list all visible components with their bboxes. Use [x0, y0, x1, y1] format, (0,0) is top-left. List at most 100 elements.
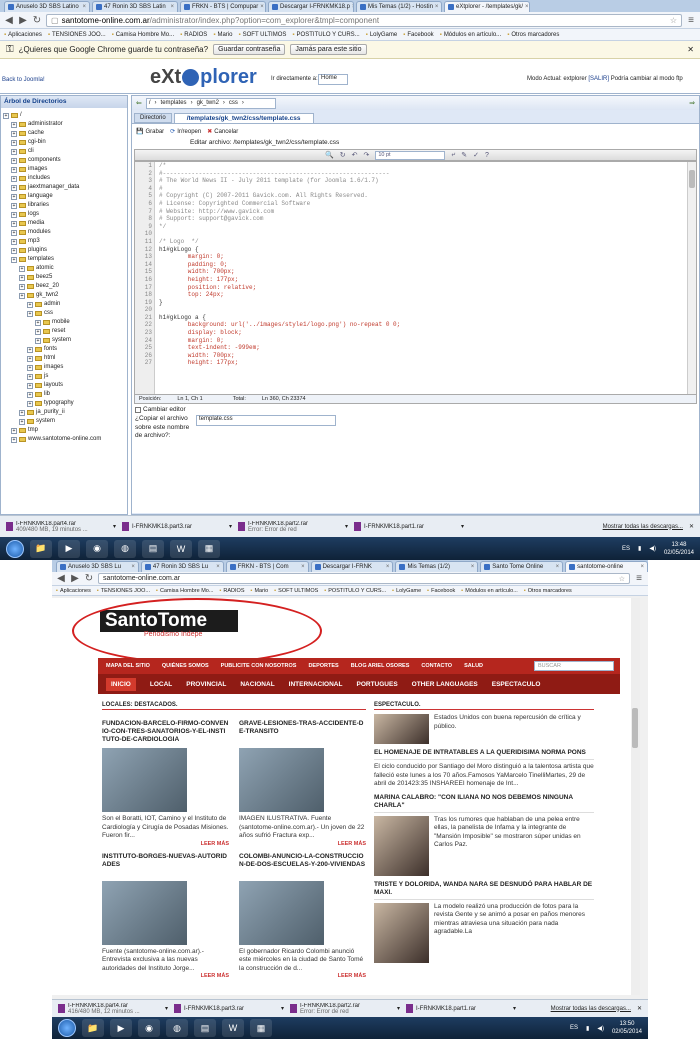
- expand-icon[interactable]: +: [11, 184, 17, 191]
- bookmark-item[interactable]: SOFT ULTIMOS: [274, 588, 318, 594]
- expand-icon[interactable]: +: [27, 373, 33, 380]
- tree-node[interactable]: + reset: [3, 327, 125, 336]
- search-icon[interactable]: 🔍: [325, 151, 334, 159]
- close-tab-icon[interactable]: ×: [641, 564, 645, 570]
- chevron-down-icon[interactable]: ▾: [165, 1005, 168, 1012]
- expand-icon[interactable]: +: [11, 121, 17, 128]
- show-all-downloads-link[interactable]: Mostrar todas las descargas...: [603, 524, 683, 530]
- close-tab-icon[interactable]: ×: [386, 564, 390, 570]
- tree-node[interactable]: + libraries: [3, 201, 125, 210]
- main-nav-link[interactable]: PROVINCIAL: [186, 681, 226, 688]
- article-photo[interactable]: [102, 880, 187, 945]
- article-title[interactable]: FUNDACION-BARCELO-FIRMO-CONVENIO-CON-TRE…: [102, 720, 229, 746]
- back-arrow-icon[interactable]: ◀: [56, 573, 66, 584]
- expand-icon[interactable]: +: [19, 292, 25, 299]
- expand-icon[interactable]: +: [11, 238, 17, 245]
- tree-node[interactable]: + media: [3, 219, 125, 228]
- chevron-down-icon[interactable]: ▾: [281, 1005, 284, 1012]
- tree-node[interactable]: + /: [3, 111, 125, 120]
- close-tab-icon[interactable]: ×: [471, 564, 475, 570]
- browser-tab[interactable]: Descargar I-FRNK ×: [310, 561, 394, 572]
- tree-node[interactable]: + fonts: [3, 345, 125, 354]
- expand-icon[interactable]: +: [11, 175, 17, 182]
- tree-node[interactable]: + jaextmanager_data: [3, 183, 125, 192]
- bookmark-item[interactable]: Aplicaciones: [56, 588, 91, 594]
- top-nav-link[interactable]: PUBLICITE CON NOSOTROS: [221, 663, 297, 669]
- close-tab-icon[interactable]: ×: [131, 564, 135, 570]
- tree-node[interactable]: + lib: [3, 390, 125, 399]
- article-title[interactable]: TRISTE Y DOLORIDA, WANDA NARA SE DESNUDÓ…: [374, 881, 594, 900]
- code-scrollbar[interactable]: [687, 162, 696, 394]
- tree-node[interactable]: + js: [3, 372, 125, 381]
- tree-node[interactable]: + components: [3, 156, 125, 165]
- word-icon[interactable]: W: [222, 1019, 244, 1037]
- forward-arrow-icon[interactable]: ▶: [70, 573, 80, 584]
- top-nav-link[interactable]: SALUD: [464, 663, 483, 669]
- back-arrow-icon[interactable]: ◀: [4, 15, 14, 26]
- bookmark-item[interactable]: Otros marcadores: [507, 32, 559, 38]
- word-icon[interactable]: W: [170, 539, 192, 558]
- address-bar[interactable]: ▢ santotome-online.com.ar/administrator/…: [46, 13, 682, 27]
- tree-node[interactable]: + ja_purity_ii: [3, 408, 125, 417]
- expand-icon[interactable]: +: [27, 355, 33, 362]
- expand-icon[interactable]: +: [35, 337, 41, 344]
- logout-link[interactable]: [SALIR]: [588, 76, 609, 82]
- bookmark-item[interactable]: RADIOS: [180, 32, 207, 38]
- read-more-link[interactable]: LEER MÁS: [239, 841, 366, 847]
- main-nav-link[interactable]: INTERNACIONAL: [289, 681, 343, 688]
- expand-icon[interactable]: +: [11, 202, 17, 209]
- bookmark-item[interactable]: Camisa Hombre Mo...: [112, 32, 174, 38]
- bookmark-item[interactable]: Mario: [251, 588, 268, 594]
- browser-tab[interactable]: Anuselo 3D SBS Lu ×: [56, 561, 139, 572]
- read-more-link[interactable]: LEER MÁS: [102, 841, 229, 847]
- path-crumb[interactable]: /: [149, 100, 151, 106]
- tree-node[interactable]: + includes: [3, 174, 125, 183]
- bookmark-item[interactable]: TENSIONES JOO...: [48, 32, 106, 38]
- code-area[interactable]: 1 2 3 4 5 6 7 8 9 10 11 12 13 14 15 16 17 18 19 20 21 22 23 24 2…: [134, 161, 697, 395]
- download-item[interactable]: I-FRNKMK18.part2.rar Error: Error de red ▾: [238, 521, 348, 533]
- language-indicator[interactable]: ES: [622, 546, 630, 552]
- expand-icon[interactable]: +: [27, 346, 33, 353]
- forward-arrow-icon[interactable]: ▶: [18, 15, 28, 26]
- bookmark-item[interactable]: RADIOS: [219, 588, 244, 594]
- save-password-button[interactable]: Guardar contraseña: [213, 44, 286, 55]
- close-tab-icon[interactable]: ×: [435, 4, 439, 10]
- tree-node[interactable]: + mp3: [3, 237, 125, 246]
- browser-tab[interactable]: 47 Ronin 3D SBS Lu ×: [140, 561, 224, 572]
- main-nav-link[interactable]: NACIONAL: [240, 681, 274, 688]
- folder-icon[interactable]: ▤: [142, 539, 164, 558]
- folder-icon[interactable]: ▤: [194, 1019, 216, 1037]
- article-title[interactable]: GRAVE-LESIONES-TRAS-ACCIDENTE-DE-TRANSIT…: [239, 720, 366, 746]
- language-indicator[interactable]: ES: [570, 1025, 578, 1031]
- tree-view-icon[interactable]: ⇐: [136, 99, 142, 107]
- bookmark-item[interactable]: LolyGame: [392, 588, 421, 594]
- browser-tab[interactable]: Mis Temas (1/2) - Hostin ×: [356, 1, 442, 12]
- browser-tab[interactable]: eXtplorer - /templates/gk/×: [444, 1, 530, 12]
- article-title[interactable]: COLOMBI-ANUNCIO-LA-CONSTRUCCION-DE-DOS-E…: [239, 853, 366, 879]
- reload-icon[interactable]: ↻: [32, 15, 42, 26]
- bookmark-item[interactable]: LolyGame: [366, 32, 397, 38]
- windows-start-button[interactable]: [6, 539, 24, 558]
- tree-node[interactable]: + logs: [3, 210, 125, 219]
- close-icon[interactable]: ✕: [689, 523, 694, 530]
- expand-icon[interactable]: +: [27, 310, 33, 317]
- read-more-link[interactable]: LEER MÁS: [102, 973, 229, 979]
- goto-select[interactable]: Home: [318, 74, 348, 85]
- browser-tab[interactable]: 47 Ronin 3D SBS Latin ×: [92, 1, 178, 12]
- firefox-icon[interactable]: ◍: [114, 539, 136, 558]
- article-photo[interactable]: [374, 714, 429, 744]
- network-icon[interactable]: ▮: [586, 1025, 589, 1032]
- back-to-joomla-link[interactable]: Back to Joomla!: [2, 77, 45, 83]
- volume-icon[interactable]: ◀): [649, 545, 656, 552]
- expand-icon[interactable]: +: [11, 166, 17, 173]
- expand-icon[interactable]: +: [11, 193, 17, 200]
- expand-icon[interactable]: +: [3, 112, 9, 119]
- path-crumb[interactable]: css: [229, 100, 238, 106]
- tree-node[interactable]: + cgi-bin: [3, 138, 125, 147]
- article-title[interactable]: MARINA CALABRO: "CON ILIANA NO NOS DEBEM…: [374, 794, 594, 813]
- tab-file[interactable]: /templates/gk_twn2/css/template.css: [173, 112, 314, 123]
- top-nav-link[interactable]: QUIÉNES SOMOS: [162, 663, 209, 669]
- tree-node[interactable]: + images: [3, 165, 125, 174]
- tree-node[interactable]: + templates: [3, 255, 125, 264]
- windows-start-button[interactable]: [58, 1019, 76, 1037]
